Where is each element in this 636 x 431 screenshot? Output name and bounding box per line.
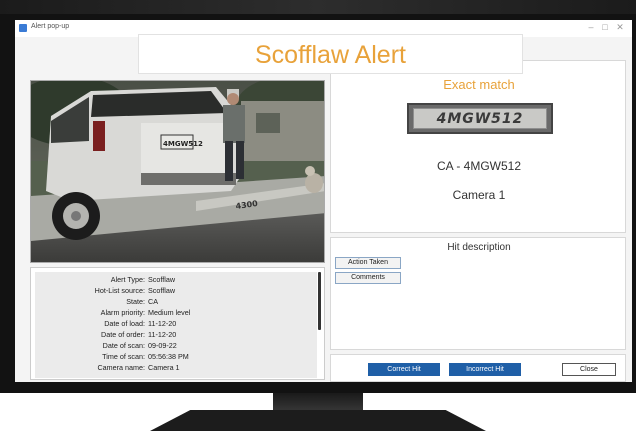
- detail-label: Time of scan:: [102, 352, 145, 361]
- detail-value: Scofflaw: [148, 275, 176, 284]
- plate-crop-text: 4MGW512: [413, 108, 547, 129]
- app-icon: [19, 24, 27, 32]
- alert-details-list: Alert Type: Scofflaw Hot-List source: Scof…: [35, 272, 317, 378]
- detail-row-date-of-order: Date of order: 11-12-20: [35, 330, 317, 340]
- vehicle-photo-image: 4300 4MGW512: [31, 81, 324, 262]
- detail-value: 11-12-20: [148, 319, 177, 328]
- photo-plate: 4MGW512: [163, 140, 203, 148]
- close-button[interactable]: Close: [562, 363, 616, 376]
- detail-label: Hot-List source:: [94, 286, 145, 295]
- details-scrollbar[interactable]: [318, 272, 321, 330]
- detail-label: Date of load:: [104, 319, 145, 328]
- detail-value: Scofflaw: [148, 286, 176, 295]
- incorrect-hit-button[interactable]: Incorrect Hit: [449, 363, 521, 376]
- detail-value: 09-09-22: [148, 341, 177, 350]
- detail-row-camera-name: Camera name: Camera 1: [35, 363, 317, 373]
- match-panel: Exact match 4MGW512 CA - 4MGW512 Camera …: [330, 60, 626, 233]
- detail-label: Date of order:: [101, 330, 145, 339]
- monitor-stand-base: [150, 410, 486, 431]
- match-camera-name: Camera 1: [452, 188, 506, 202]
- detail-label: Alert Type:: [110, 275, 145, 284]
- alert-banner: Scofflaw Alert: [138, 34, 523, 74]
- correct-hit-button[interactable]: Correct Hit: [368, 363, 440, 376]
- detail-label: Date of scan:: [102, 341, 145, 350]
- comments-button[interactable]: Comments: [335, 272, 401, 284]
- detail-label: Alarm priority:: [100, 308, 145, 317]
- detail-row-time-of-scan: Time of scan: 05:56:38 PM: [35, 352, 317, 362]
- detail-label: Camera name:: [97, 363, 145, 372]
- detail-row-alarm-priority: Alarm priority: Medium level: [35, 308, 317, 318]
- alert-details-panel: Alert Type: Scofflaw Hot-List source: Scof…: [30, 267, 325, 380]
- detail-row-date-of-load: Date of load: 11-12-20: [35, 319, 317, 329]
- plate-id: CA - 4MGW512: [436, 159, 522, 173]
- detail-value: 11-12-20: [148, 330, 177, 339]
- alert-banner-title: Scofflaw Alert: [254, 41, 406, 69]
- minimize-icon[interactable]: –: [585, 22, 597, 32]
- vehicle-photo: 4300 4MGW512: [30, 80, 325, 263]
- hit-description-panel: Hit description Action Taken Comments: [330, 237, 626, 350]
- close-icon[interactable]: ✕: [614, 22, 626, 33]
- maximize-icon[interactable]: □: [599, 22, 611, 32]
- plate-crop-image: 4MGW512: [407, 103, 553, 134]
- window-title: Alert pop-up: [31, 23, 70, 30]
- match-label: Exact match: [443, 77, 515, 92]
- hit-description-title: Hit description: [447, 242, 511, 253]
- action-taken-button[interactable]: Action Taken: [335, 257, 401, 269]
- detail-row-alert-type: Alert Type: Scofflaw: [35, 275, 317, 285]
- detail-value: Medium level: [148, 308, 191, 317]
- detail-value: Camera 1: [148, 363, 180, 372]
- bezel-sheen: [0, 0, 636, 14]
- action-button-bar: Correct Hit Incorrect Hit Close: [330, 354, 626, 382]
- detail-label: State:: [126, 297, 145, 306]
- detail-row-hotlist-source: Hot-List source: Scofflaw: [35, 286, 317, 296]
- detail-row-state: State: CA: [35, 297, 317, 307]
- detail-value: CA: [148, 297, 158, 306]
- detail-value: 05:56:38 PM: [148, 352, 189, 361]
- detail-row-date-of-scan: Date of scan: 09-09-22: [35, 341, 317, 351]
